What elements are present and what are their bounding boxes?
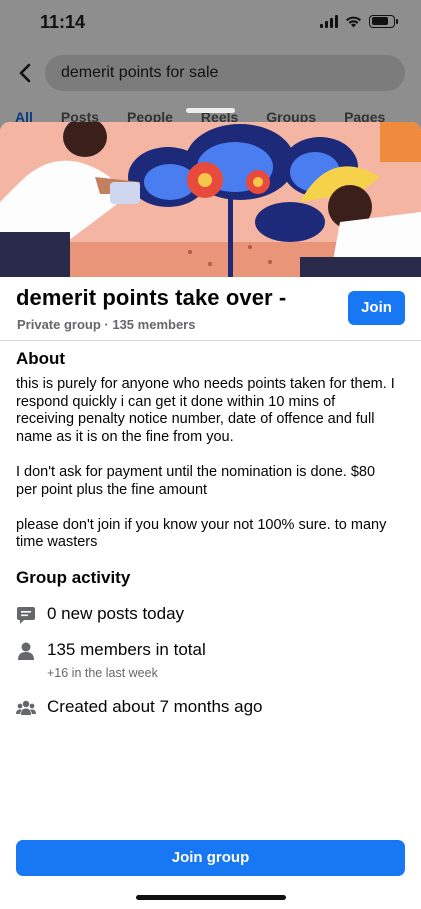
- search-input[interactable]: demerit points for sale: [45, 55, 405, 91]
- status-icons: [320, 14, 398, 28]
- search-bar: demerit points for sale: [0, 55, 421, 91]
- members-total-text: 135 members in total: [47, 640, 206, 659]
- group-privacy-members: Private group · 135 members: [17, 317, 196, 332]
- group-title: demerit points take over -: [16, 285, 287, 310]
- about-paragraph: I don't ask for payment until the nomina…: [16, 463, 376, 498]
- about-paragraph: please don't join if you know your not 1…: [16, 516, 387, 551]
- signal-icon: [320, 14, 338, 28]
- sheet-grabber[interactable]: [186, 108, 235, 113]
- person-icon: [18, 642, 34, 660]
- wifi-icon: [346, 16, 361, 27]
- group-cover-image: [0, 122, 421, 277]
- join-button[interactable]: Join: [348, 291, 405, 325]
- group-activity-heading: Group activity: [16, 568, 131, 587]
- group-preview-sheet: demerit points take over - Private group…: [0, 122, 421, 909]
- about-paragraph: this is purely for anyone who needs poin…: [16, 376, 395, 445]
- divider: [0, 340, 421, 341]
- about-text: this is purely for anyone who needs poin…: [16, 376, 396, 570]
- battery-icon: [369, 14, 398, 28]
- status-time: 11:14: [40, 12, 86, 32]
- created-text: Created about 7 months ago: [47, 697, 263, 716]
- members-growth-text: +16 in the last week: [47, 666, 158, 680]
- about-heading: About: [16, 349, 66, 368]
- join-group-button[interactable]: Join group: [16, 840, 405, 876]
- status-bar: 11:14: [0, 0, 421, 46]
- home-indicator: [136, 895, 286, 900]
- chevron-left-icon: [19, 63, 31, 83]
- group-people-icon: [16, 700, 36, 715]
- posts-today-text: 0 new posts today: [47, 604, 185, 623]
- chat-bubble-icon: [17, 607, 35, 624]
- back-button[interactable]: [14, 59, 36, 87]
